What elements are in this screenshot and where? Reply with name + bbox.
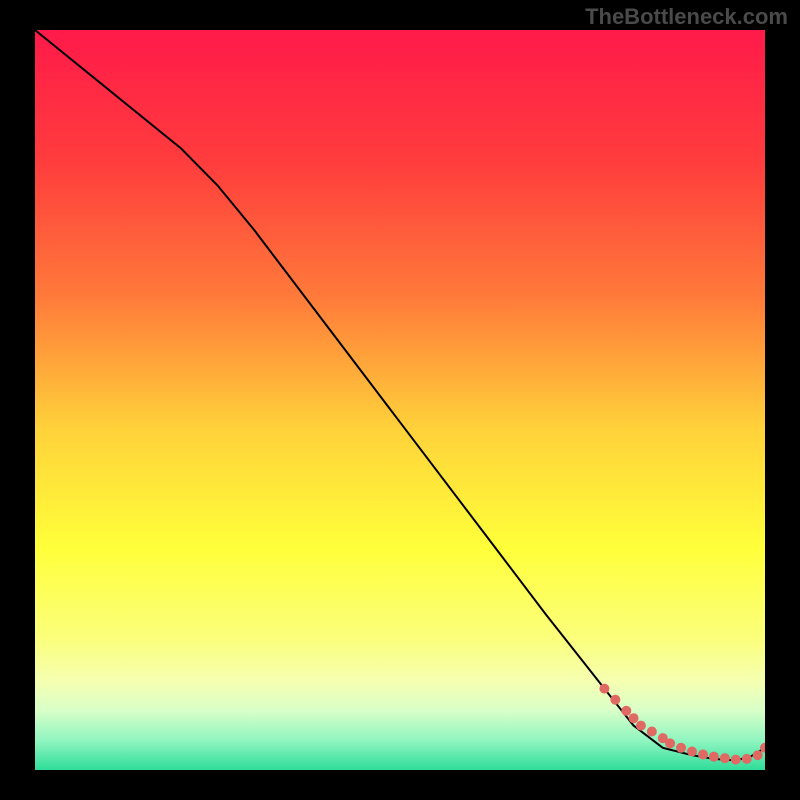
scatter-point [687,747,697,757]
scatter-point [610,695,620,705]
scatter-point [731,755,741,765]
scatter-point [709,752,719,762]
scatter-point [665,738,675,748]
scatter-point [676,743,686,753]
scatter-point [629,713,639,723]
gradient-background [35,30,765,770]
scatter-point [742,754,752,764]
chart-svg [35,30,765,770]
scatter-point [698,749,708,759]
watermark-text: TheBottleneck.com [585,4,788,30]
scatter-point [720,753,730,763]
scatter-point [636,721,646,731]
scatter-point [599,684,609,694]
scatter-point [753,750,763,760]
scatter-point [621,706,631,716]
scatter-point [647,727,657,737]
plot-area [35,30,765,770]
